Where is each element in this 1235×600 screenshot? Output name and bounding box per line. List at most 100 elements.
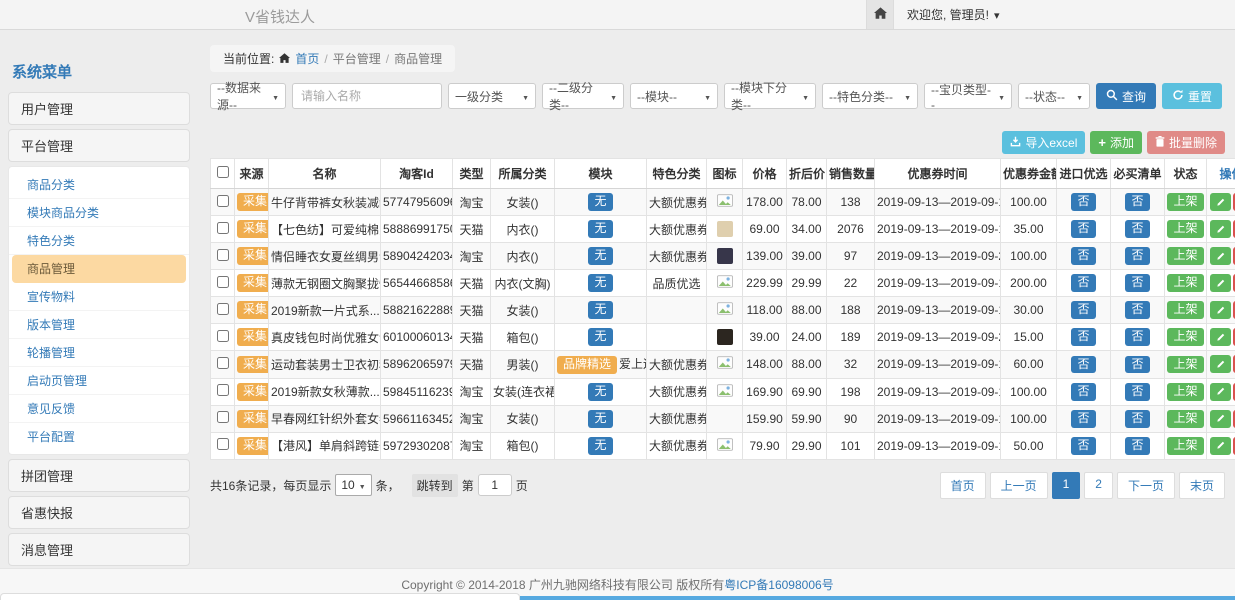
page-number-button[interactable]: 2 — [1084, 472, 1113, 499]
edit-button[interactable] — [1210, 301, 1231, 319]
taoke-id-cell: 596611634525 — [381, 405, 453, 432]
sidebar-item[interactable]: 特色分类 — [9, 227, 189, 255]
per-page-value: 10 — [341, 478, 354, 492]
sidebar-group-0[interactable]: 用户管理 — [8, 92, 190, 125]
icp-link[interactable]: 粤ICP备16098006号 — [724, 576, 833, 593]
sidebar-group-2[interactable]: 拼团管理 — [8, 459, 190, 492]
batch-delete-button[interactable]: 批量删除 — [1147, 131, 1225, 154]
table-row: 采集真皮钱包时尚优雅女士...601000601341天猫箱包()无39.002… — [211, 324, 1235, 351]
page-last-button[interactable]: 末页 — [1179, 472, 1225, 499]
page-prev-button[interactable]: 上一页 — [990, 472, 1048, 499]
page-number-button[interactable]: 1 — [1052, 472, 1081, 499]
edit-button[interactable] — [1210, 410, 1231, 428]
row-checkbox[interactable] — [217, 195, 229, 207]
actions-cell — [1207, 216, 1235, 243]
badge-采集: 采集 — [237, 193, 269, 211]
caret-down-icon — [518, 89, 529, 103]
home-button[interactable] — [866, 0, 894, 29]
edit-button[interactable] — [1210, 193, 1231, 211]
table-body: 采集牛仔背带裤女秋装减龄...577479560965淘宝女装()无大额优惠券1… — [211, 189, 1235, 460]
sidebar-item[interactable]: 宣传物料 — [9, 283, 189, 311]
source-cell: 采集 — [235, 270, 269, 297]
search-button[interactable]: 查询 — [1096, 83, 1156, 109]
edit-button[interactable] — [1210, 437, 1231, 455]
edit-button[interactable] — [1210, 355, 1231, 373]
row-checkbox[interactable] — [217, 411, 229, 423]
row-checkbox[interactable] — [217, 303, 229, 315]
row-checkbox[interactable] — [217, 357, 229, 369]
edit-button[interactable] — [1210, 247, 1231, 265]
sidebar-item[interactable]: 平台配置 — [9, 423, 189, 450]
import-excel-button[interactable]: 导入excel — [1002, 131, 1085, 154]
caret-down-icon — [994, 8, 1000, 22]
badge-无: 无 — [588, 274, 612, 292]
edit-button[interactable] — [1210, 328, 1231, 346]
sidebar-group-3[interactable]: 省惠快报 — [8, 496, 190, 529]
status-cell: 上架 — [1165, 270, 1207, 297]
sidebar-item[interactable]: 商品分类 — [9, 171, 189, 199]
page-first-button[interactable]: 首页 — [940, 472, 986, 499]
page-next-button[interactable]: 下一页 — [1117, 472, 1175, 499]
row-checkbox[interactable] — [217, 438, 229, 450]
jump-button[interactable]: 跳转到 — [412, 474, 458, 497]
row-checkbox[interactable] — [217, 330, 229, 342]
table-header-row: 来源名称淘客Id类型所属分类模块特色分类图标价格折后价销售数量优惠券时间优惠券金… — [211, 159, 1235, 189]
select-all-checkbox[interactable] — [217, 166, 229, 178]
sidebar-item[interactable]: 意见反馈 — [9, 395, 189, 423]
badge-否: 否 — [1071, 220, 1095, 238]
badge-否: 否 — [1071, 328, 1095, 346]
discount-cell: 59.90 — [787, 405, 827, 432]
sidebar-group-4[interactable]: 消息管理 — [8, 533, 190, 566]
module-cell: 品牌精选爱上运动 — [555, 351, 647, 379]
type-cell: 淘宝 — [453, 405, 491, 432]
discount-cell: 34.00 — [787, 216, 827, 243]
feature-cell: 大额优惠券 — [647, 432, 707, 459]
pagination: 共16条记录，每页显示 10 条， 跳转到 第 页 首页上一页12下一页末页 — [210, 472, 1225, 499]
edit-button[interactable] — [1210, 383, 1231, 401]
icon-cell — [707, 297, 743, 324]
sidebar-item[interactable]: 版本管理 — [9, 311, 189, 339]
filter-name-input[interactable] — [292, 83, 442, 109]
name-cell: 真皮钱包时尚优雅女士... — [269, 324, 381, 351]
reset-button[interactable]: 重置 — [1162, 83, 1222, 109]
sidebar-item[interactable]: 商品管理 — [12, 255, 186, 283]
per-page-select[interactable]: 10 — [335, 474, 371, 496]
row-checkbox[interactable] — [217, 276, 229, 288]
filter-select[interactable]: --宝贝类型-- — [924, 83, 1012, 109]
badge-采集: 采集 — [237, 383, 269, 401]
filter-select[interactable]: --模块-- — [630, 83, 718, 109]
badge-采集: 采集 — [237, 274, 269, 292]
badge-采集: 采集 — [237, 301, 269, 319]
filter-select[interactable]: --数据来源-- — [210, 83, 286, 109]
sidebar-item[interactable]: 模块商品分类 — [9, 199, 189, 227]
filter-select[interactable]: --特色分类-- — [822, 83, 918, 109]
add-button[interactable]: 添加 — [1090, 131, 1142, 154]
col-header-17: 操作 — [1207, 159, 1235, 189]
sidebar-group-1[interactable]: 平台管理 — [8, 129, 190, 162]
filter-select[interactable]: --模块下分类-- — [724, 83, 816, 109]
edit-button[interactable] — [1210, 274, 1231, 292]
feature-cell: 大额优惠券 — [647, 378, 707, 405]
icon-cell — [707, 243, 743, 270]
filter-select[interactable]: 一级分类 — [448, 83, 536, 109]
filter-select[interactable]: --状态-- — [1018, 83, 1090, 109]
row-checkbox[interactable] — [217, 222, 229, 234]
row-checkbox[interactable] — [217, 249, 229, 261]
must-buy-cell: 否 — [1111, 351, 1165, 379]
badge-采集: 采集 — [237, 220, 269, 238]
row-checkbox[interactable] — [217, 384, 229, 396]
jump-prefix: 第 — [462, 477, 474, 494]
badge-上架: 上架 — [1167, 410, 1203, 428]
breadcrumb-home-link[interactable]: 首页 — [295, 50, 319, 67]
coupon-time-cell: 2019-09-13—2019-09-20 — [875, 324, 1001, 351]
sidebar-item[interactable]: 启动页管理 — [9, 367, 189, 395]
sales-cell: 32 — [827, 351, 875, 379]
import-icon — [1010, 136, 1021, 150]
search-button-label: 查询 — [1122, 88, 1146, 105]
page-jump-input[interactable] — [478, 474, 512, 496]
user-menu[interactable]: 欢迎您, 管理员! — [907, 6, 1000, 23]
module-cell: 无 — [555, 243, 647, 270]
filter-select[interactable]: --二级分类-- — [542, 83, 624, 109]
sidebar-item[interactable]: 轮播管理 — [9, 339, 189, 367]
edit-button[interactable] — [1210, 220, 1231, 238]
